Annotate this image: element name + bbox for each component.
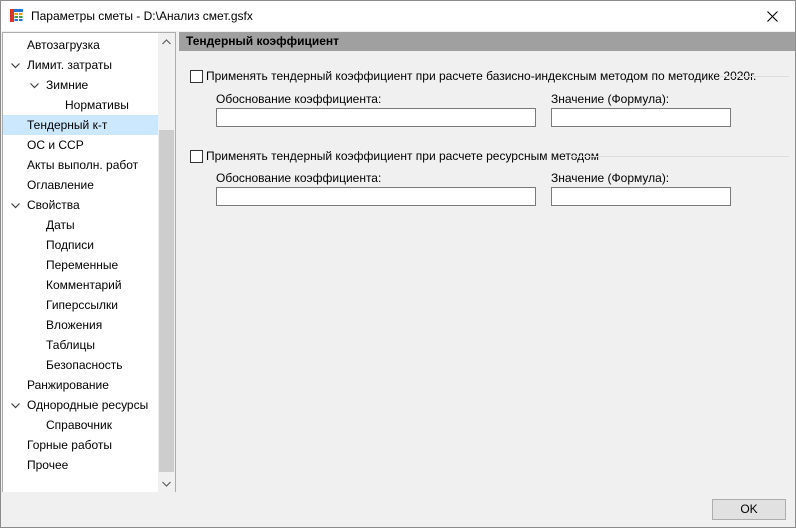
tree-item[interactable]: Зимние — [3, 75, 158, 95]
settings-tree[interactable]: Автозагрузка Лимит. затраты Зимние Норматив… — [2, 32, 176, 493]
tree-item[interactable]: Комментарий — [3, 275, 158, 295]
tree-item[interactable]: Акты выполн. работ — [3, 155, 158, 175]
tree-item-label: Автозагрузка — [27, 38, 100, 52]
tree-item[interactable]: Подписи — [3, 235, 158, 255]
tree-item[interactable]: Тендерный к-т — [3, 115, 158, 135]
resource-value-input[interactable] — [551, 187, 731, 206]
tree-item-label: Подписи — [46, 238, 94, 252]
basis-index-reason-input[interactable] — [216, 108, 536, 127]
tree-item-label: Даты — [46, 218, 75, 232]
tree-item[interactable]: Автозагрузка — [3, 35, 158, 55]
section-title: Тендерный коэффициент — [186, 34, 340, 48]
title-bar[interactable]: Параметры сметы - D:\Анализ смет.gsfx — [1, 1, 795, 31]
tree-item[interactable]: Свойства — [3, 195, 158, 215]
chevron-down-icon[interactable] — [30, 81, 39, 90]
tree-item-label: Прочее — [27, 458, 69, 472]
parameters-window: Параметры сметы - D:\Анализ смет.gsfx Ав… — [0, 0, 796, 528]
tree-item[interactable]: Таблицы — [3, 335, 158, 355]
tree-item[interactable]: Вложения — [3, 315, 158, 335]
section-header: Тендерный коэффициент — [179, 32, 795, 51]
tree-item-label: Лимит. затраты — [27, 58, 112, 72]
tree-item-label: Тендерный к-т — [27, 118, 108, 132]
tree-item[interactable]: Оглавление — [3, 175, 158, 195]
tree-item[interactable]: Даты — [3, 215, 158, 235]
tree-item-label: Комментарий — [46, 278, 122, 292]
resource-reason-input[interactable] — [216, 187, 536, 206]
scroll-thumb[interactable] — [159, 130, 174, 472]
tree-item-label: ОС и ССР — [27, 138, 84, 152]
scroll-up-button[interactable] — [158, 33, 175, 50]
scroll-down-button[interactable] — [158, 475, 175, 492]
table-app-icon — [10, 9, 23, 22]
tree-item-label: Ранжирование — [27, 378, 109, 392]
basis-index-value-input[interactable] — [551, 108, 731, 127]
tree-item-label: Гиперссылки — [46, 298, 118, 312]
tree-item[interactable]: Безопасность — [3, 355, 158, 375]
window-title: Параметры сметы - D:\Анализ смет.gsfx — [31, 9, 253, 23]
tree-item[interactable]: Однородные ресурсы — [3, 395, 158, 415]
tree-item-label: Вложения — [46, 318, 103, 332]
tree-item-label: Безопасность — [46, 358, 123, 372]
group-divider — [571, 156, 789, 157]
tree-item-label: Оглавление — [27, 178, 94, 192]
tree-scrollbar[interactable] — [158, 33, 175, 492]
tree-item[interactable]: Переменные — [3, 255, 158, 275]
chevron-down-icon[interactable] — [11, 201, 20, 210]
content-panel: Тендерный коэффициент Применять тендерны… — [179, 32, 795, 491]
tree-item-label: Свойства — [27, 198, 80, 212]
dialog-footer: OK — [1, 492, 795, 527]
tree-item[interactable]: Гиперссылки — [3, 295, 158, 315]
chevron-up-icon — [162, 38, 171, 44]
tree-item-label: Таблицы — [46, 338, 96, 352]
resource-checkbox[interactable] — [190, 150, 203, 163]
close-icon — [766, 10, 778, 22]
tree-item-label: Справочник — [46, 418, 112, 432]
chevron-down-icon — [162, 481, 171, 487]
tree-item-label: Акты выполн. работ — [27, 158, 139, 172]
close-button[interactable] — [749, 1, 795, 31]
tree-item[interactable]: Прочее — [3, 455, 158, 475]
tree-item[interactable]: Лимит. затраты — [3, 55, 158, 75]
resource-checkbox-label: Применять тендерный коэффициент при расч… — [206, 149, 600, 163]
tree-item-label: Переменные — [46, 258, 119, 272]
chevron-down-icon[interactable] — [11, 61, 20, 70]
resource-reason-label: Обоснование коэффициента: — [216, 171, 382, 185]
tree-item-label: Однородные ресурсы — [27, 398, 149, 412]
tree-item[interactable]: Ранжирование — [3, 375, 158, 395]
tree-item-label: Нормативы — [65, 98, 129, 112]
tree-item[interactable]: ОС и ССР — [3, 135, 158, 155]
chevron-down-icon[interactable] — [11, 401, 20, 410]
basis-index-checkbox[interactable] — [190, 70, 203, 83]
tree-item[interactable]: Горные работы — [3, 435, 158, 455]
tree-item-label: Горные работы — [27, 438, 113, 452]
resource-value-label: Значение (Формула): — [551, 171, 670, 185]
basis-index-checkbox-label: Применять тендерный коэффициент при расч… — [206, 69, 757, 83]
group-divider — [719, 76, 789, 77]
tree-item[interactable]: Нормативы — [3, 95, 158, 115]
tree-item-label: Зимние — [46, 78, 89, 92]
basis-index-reason-label: Обоснование коэффициента: — [216, 92, 382, 106]
basis-index-value-label: Значение (Формула): — [551, 92, 670, 106]
ok-button[interactable]: OK — [712, 499, 786, 520]
tree-item[interactable]: Справочник — [3, 415, 158, 435]
